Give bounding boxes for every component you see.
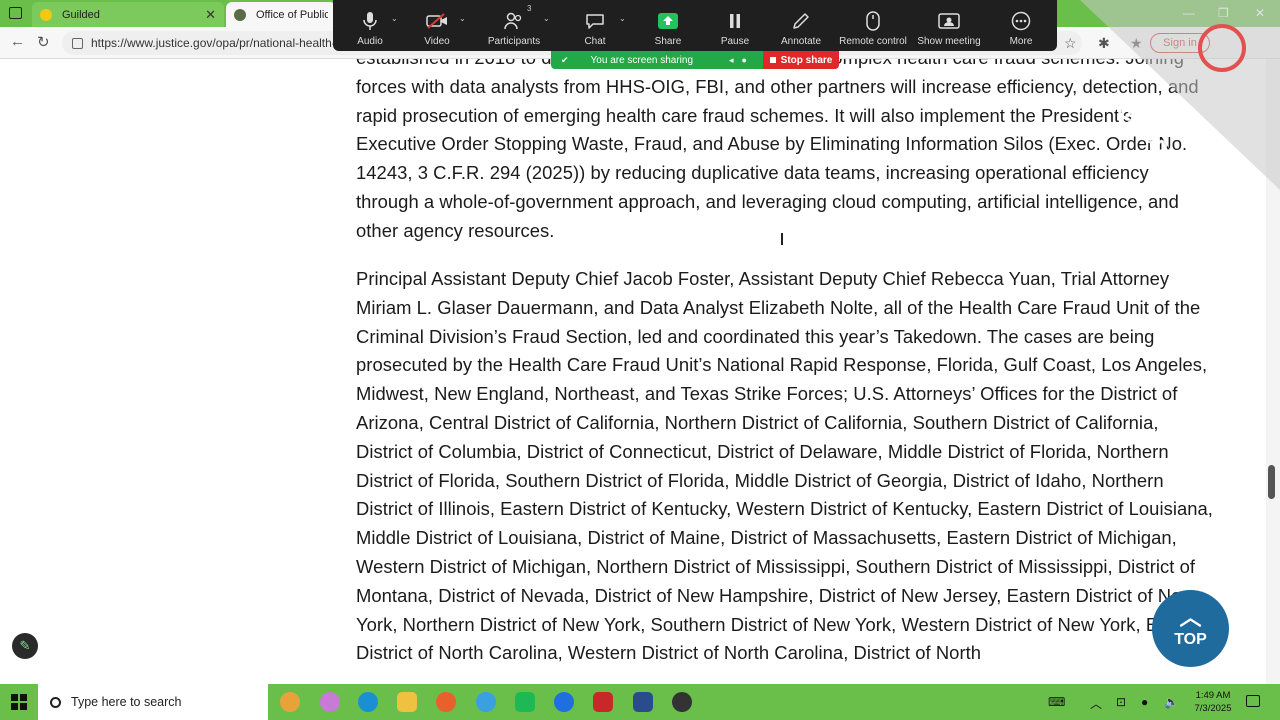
zoom-chat-button[interactable]: Chat ⌄ [579,0,625,51]
screen-sharing-banner: ✔ You are screen sharing ◂● [551,51,763,69]
edit-pencil-icon[interactable]: ✎ [12,633,38,659]
zoom-pause-button[interactable]: Pause [719,0,751,51]
sharing-status-icon: ✔ [561,54,569,65]
firefox-icon[interactable] [436,692,456,712]
sign-in-button[interactable]: Sign in [1150,33,1210,53]
chevron-down-icon[interactable]: ⌄ [543,14,550,23]
close-window-icon[interactable]: ✕ [1255,6,1265,20]
text-cursor-icon [781,233,783,245]
microphone-icon[interactable]: ● [1141,695,1148,709]
app-icon[interactable] [672,692,692,712]
taskbar-search-box[interactable]: Type here to search [38,684,268,720]
zoom-more-button[interactable]: More [1005,0,1037,51]
url-text: https://www.justice.gov/opa/pr/national-… [91,36,342,50]
guilded-favicon-icon [40,8,52,21]
pen-icon [790,10,812,32]
search-placeholder: Type here to search [71,695,182,709]
zoom-annotate-button[interactable]: Annotate [779,0,823,51]
app-icon[interactable] [320,692,340,712]
minimize-icon[interactable]: — [1183,6,1195,20]
tab-label: Guilded [62,8,100,21]
tab-guilded[interactable]: Guilded ✕ [32,2,224,27]
chevron-up-icon: ︿ [1179,604,1202,630]
stop-share-button[interactable]: Stop share [763,51,839,69]
microphone-icon [359,10,381,32]
article-content: established in 2018 to detect, investiga… [0,59,1280,684]
top-label: TOP [1174,630,1207,648]
app-icon[interactable] [633,692,653,712]
screen-sharing-text: You are screen sharing [590,54,694,66]
zoom-remote-control-button[interactable]: Remote control [839,0,907,51]
zoom-video-button[interactable]: Video ⌄ [413,0,466,51]
search-icon [50,696,61,708]
screen-recorder-icon[interactable] [593,692,613,712]
mouse-icon [862,10,884,32]
taskbar-clock[interactable]: 1:49 AM 7/3/2025 [1190,689,1236,715]
edge-browser-icon[interactable] [358,692,378,712]
keyboard-icon[interactable]: ⌨ [1048,695,1065,709]
show-meeting-icon [938,10,960,32]
zoom-app-icon[interactable] [554,692,574,712]
copilot-icon[interactable] [280,692,300,712]
app-icon[interactable] [515,692,535,712]
clock-date: 7/3/2025 [1194,703,1232,714]
zoom-share-button[interactable]: Share [651,0,685,51]
stop-square-icon [769,57,776,63]
windows-start-icon[interactable] [11,694,27,710]
page-scrollbar[interactable] [1266,59,1280,684]
chevron-down-icon[interactable]: ⌄ [391,14,398,23]
chevron-down-icon[interactable]: ⌄ [619,14,626,23]
extensions-icon[interactable]: ✱ [1098,35,1110,52]
participants-icon [503,10,525,32]
pause-icon [724,10,746,32]
doj-favicon-icon [234,8,246,21]
file-explorer-icon[interactable] [397,692,417,712]
zoom-audio-button[interactable]: Audio ⌄ [347,0,398,51]
back-to-top-button[interactable]: ︿ TOP [1152,590,1229,667]
article-paragraph: established in 2018 to detect, investiga… [356,59,1199,241]
site-info-icon[interactable] [72,37,83,49]
more-dots-icon [1010,10,1032,32]
close-tab-icon[interactable]: ✕ [205,7,216,23]
participant-count-badge: 3 [527,4,532,13]
favorites-icon[interactable]: ★ [1130,35,1143,52]
zoom-show-meeting-button[interactable]: Show meeting [917,0,981,51]
restore-icon[interactable]: ❐ [1218,6,1229,20]
chat-icon [584,10,606,32]
chevron-down-icon[interactable]: ⌄ [459,14,466,23]
tab-label: Office of Public Aff [256,8,328,21]
banner-status-icons: ◂● [729,54,755,65]
video-off-icon [426,10,448,32]
volume-icon[interactable]: 🔈 [1164,695,1179,709]
app-icon[interactable] [476,692,496,712]
share-screen-icon [657,10,679,32]
back-arrow-icon[interactable]: ← [10,33,25,50]
tab-office-of-public-affairs[interactable]: Office of Public Aff [226,2,336,27]
windows-taskbar: Type here to search ⌨ ︿ ⊡ ● 🔈 1:49 AM 7/… [0,684,1280,720]
chevron-up-icon[interactable]: ︿ [1090,695,1102,712]
clock-time: 1:49 AM [1195,690,1231,701]
zoom-meeting-toolbar: Audio ⌄ Video ⌄ Participants 3 ⌄ Chat ⌄ … [333,0,1057,51]
scrollbar-thumb[interactable] [1268,465,1275,499]
notifications-icon[interactable] [1246,695,1260,707]
reload-icon[interactable]: ↻ [37,33,50,51]
article-paragraph: Principal Assistant Deputy Chief Jacob F… [356,268,1213,664]
zoom-participants-button[interactable]: Participants 3 ⌄ [485,0,550,51]
tab-actions-icon[interactable] [9,7,22,19]
network-icon[interactable]: ⊡ [1116,695,1126,709]
bookmark-star-icon[interactable]: ☆ [1064,35,1077,52]
